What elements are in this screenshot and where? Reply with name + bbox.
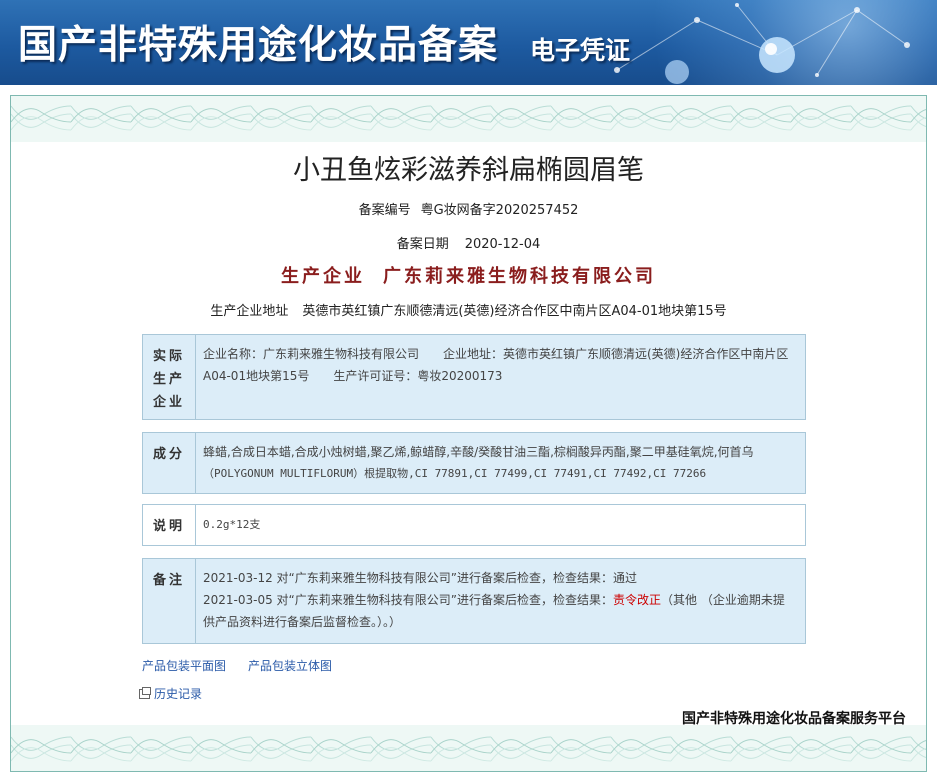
actual-producer-label-line: 实际 xyxy=(152,349,185,364)
record-number-value: 粤G妆网备字2020257452 xyxy=(420,203,579,218)
actual-producer-label-line: 企业 xyxy=(152,395,185,410)
record-number-row: 备案编号 粤G妆网备字2020257452 xyxy=(11,199,926,218)
ingredients-label: 成分 xyxy=(143,433,196,493)
actual-producer-content: 企业名称：广东莉来雅生物科技有限公司 企业地址：英德市英红镇广东顺德清远(英德)… xyxy=(203,343,795,387)
banner-subtitle: 电子凭证 xyxy=(530,36,631,65)
record-date-value: 2020-12-04 xyxy=(464,237,541,252)
producer-address-row: 生产企业地址 英德市英红镇广东顺德清远(英德)经济合作区中南片区A04-01地块第… xyxy=(11,300,926,319)
product-name: 小丑鱼炫彩滋养斜扁椭圆眉笔 xyxy=(293,155,644,186)
remark-line: 供产品资料进行备案后监督检查。）。） xyxy=(203,615,402,629)
banner-title: 国产非特殊用途化妆品备案 xyxy=(18,22,499,68)
history-window-icon xyxy=(139,687,151,699)
ingredients-box: 成分 蜂蜡,合成日本蜡,合成小烛树蜡,聚乙烯,鲸蜡醇,辛酸/癸酸甘油三酯,棕榈酸… xyxy=(142,432,806,494)
wave-border-bottom xyxy=(11,725,926,771)
producer-label: 生产企业 xyxy=(281,266,365,287)
remark-line: 2021-03-05 对“广东莉来雅生物科技有限公司”进行备案后检查，检查结果：… xyxy=(203,589,795,611)
flat-image-link[interactable]: 产品包装平面图 xyxy=(142,659,226,673)
package-image-links: 产品包装平面图 产品包装立体图 xyxy=(142,657,354,674)
history-link[interactable]: 历史记录 xyxy=(139,685,202,702)
producer-address-value: 英德市英红镇广东顺德清远(英德)经济合作区中南片区A04-01地块第15号 xyxy=(302,304,727,319)
ingredients-line: （POLYGONUM MULTIFLORUM）根提取物,CI 77891,CI … xyxy=(203,467,707,480)
actual-producer-line: 企业名称：广东莉来雅生物科技有限公司 企业地址：英德市英红镇广东顺德清远(英德)… xyxy=(203,347,789,361)
history-link-label: 历史记录 xyxy=(154,687,203,701)
remarks-content: 2021-03-12 对“广东莉来雅生物科技有限公司”进行备案后检查，检查结果：… xyxy=(203,567,795,633)
producer-name: 广东莉来雅生物科技有限公司 xyxy=(383,266,656,287)
ingredients-content: 蜂蜡,合成日本蜡,合成小烛树蜡,聚乙烯,鲸蜡醇,辛酸/癸酸甘油三酯,棕榈酸异丙酯… xyxy=(203,441,795,485)
stereo-image-link[interactable]: 产品包装立体图 xyxy=(248,659,332,673)
actual-producer-label-line: 生产 xyxy=(152,372,185,387)
remarks-label: 备注 xyxy=(143,559,196,643)
description-content: 0.2g*12支 xyxy=(203,514,795,536)
remarks-box: 备注 2021-03-12 对“广东莉来雅生物科技有限公司”进行备案后检查，检查… xyxy=(142,558,806,644)
remark-line: 2021-03-12 对“广东莉来雅生物科技有限公司”进行备案后检查，检查结果：… xyxy=(203,571,637,585)
wave-border-top xyxy=(11,96,926,142)
header-banner: 国产非特殊用途化妆品备案 电子凭证 xyxy=(0,0,937,85)
ingredients-line: 蜂蜡,合成日本蜡,合成小烛树蜡,聚乙烯,鲸蜡醇,辛酸/癸酸甘油三酯,棕榈酸异丙酯… xyxy=(203,445,754,459)
actual-producer-label: 实际 生产 企业 xyxy=(143,335,196,419)
actual-producer-box: 实际 生产 企业 企业名称：广东莉来雅生物科技有限公司 企业地址：英德市英红镇广… xyxy=(142,334,806,420)
certificate-frame: 小丑鱼炫彩滋养斜扁椭圆眉笔 备案编号 粤G妆网备字2020257452 备案日期 2… xyxy=(10,95,927,772)
producer-row: 生产企业 广东莉来雅生物科技有限公司 xyxy=(11,262,926,288)
remark-result-alert: 责令改正 xyxy=(613,593,662,607)
actual-producer-line: A04-01地块第15号 生产许可证号：粤妆20200173 xyxy=(203,369,503,383)
description-box: 说明 0.2g*12支 xyxy=(142,504,806,546)
producer-address-label: 生产企业地址 xyxy=(210,304,289,319)
remark-line-suffix: （其他 （企业逾期未提 xyxy=(661,593,785,607)
description-text: 0.2g*12支 xyxy=(203,518,261,531)
record-date-row: 备案日期 2020-12-04 xyxy=(11,233,926,252)
remark-line-prefix: 2021-03-05 对“广东莉来雅生物科技有限公司”进行备案后检查，检查结果： xyxy=(203,593,613,607)
record-date-label: 备案日期 xyxy=(396,237,449,252)
description-label: 说明 xyxy=(143,505,196,545)
record-number-label: 备案编号 xyxy=(358,203,411,218)
